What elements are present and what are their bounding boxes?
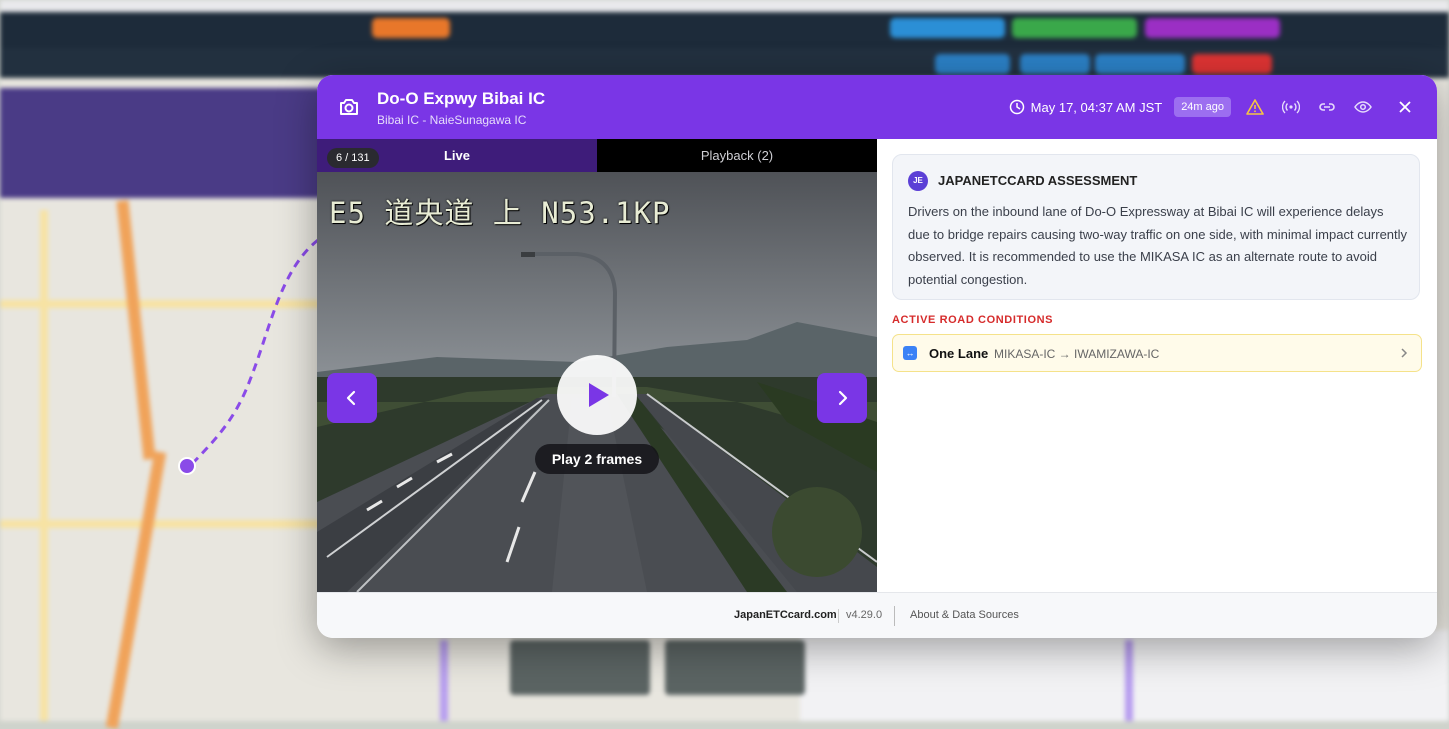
play-button[interactable] — [557, 355, 637, 435]
camera-location-marker[interactable] — [178, 457, 196, 475]
assessment-title: JAPANETCCARD ASSESSMENT — [938, 173, 1138, 188]
bg-pill — [1145, 18, 1280, 38]
condition-segment: MIKASA-IC → IWAMIZAWA-IC — [994, 347, 1160, 361]
assessment-badge: JE — [908, 171, 928, 191]
bg-thumbnail — [665, 640, 805, 695]
watch-button[interactable] — [1351, 95, 1375, 119]
arrows-horizontal-icon: ↔ — [903, 346, 917, 360]
bg-thumbnail — [510, 640, 650, 695]
camera-modal: Do-O Expwy Bibai IC Bibai IC - NaieSunag… — [317, 75, 1437, 638]
camera-icon — [340, 99, 358, 115]
footer-version: v4.29.0 — [846, 609, 883, 621]
copy-link-button[interactable] — [1315, 95, 1339, 119]
camera-overlay-text: E5 道央道 上 N53.1KP — [329, 196, 671, 230]
close-button[interactable] — [1393, 95, 1417, 119]
chevron-right-icon — [1401, 348, 1408, 358]
broadcast-icon — [1282, 100, 1300, 114]
info-panel: JE JAPANETCCARD ASSESSMENT Drivers on th… — [877, 139, 1437, 592]
play-frames-label[interactable]: Play 2 frames — [535, 444, 659, 474]
camera-viewer: Live Playback (2) 6 / 131 E5 道央道 上 N53.1… — [317, 139, 877, 592]
bg-timeline — [1125, 640, 1133, 721]
camera-image[interactable]: E5 道央道 上 N53.1KP Play 2 frames — [317, 172, 877, 592]
condition-item[interactable]: ↔ One Lane MIKASA-IC → IWAMIZAWA-IC — [892, 334, 1422, 372]
condition-type: One Lane — [929, 346, 989, 361]
header-actions: May 17, 04:37 AM JST 24m ago — [1009, 94, 1417, 120]
warning-icon — [1246, 99, 1264, 115]
link-icon — [1319, 103, 1335, 111]
eye-icon — [1354, 101, 1372, 113]
prev-camera-button[interactable] — [327, 373, 377, 423]
about-link[interactable]: About & Data Sources — [910, 609, 1019, 621]
modal-title: Do-O Expwy Bibai IC — [377, 89, 546, 108]
bg-pill — [890, 18, 1005, 38]
age-badge: 24m ago — [1174, 97, 1231, 117]
assessment-card: JE JAPANETCCARD ASSESSMENT Drivers on th… — [892, 154, 1420, 300]
viewer-tabs: Live Playback (2) 6 / 131 — [317, 139, 877, 172]
modal-subtitle: Bibai IC - NaieSunagawa IC — [377, 113, 527, 127]
route-connector — [188, 238, 319, 468]
bg-pill — [935, 54, 1010, 74]
close-icon — [1399, 101, 1411, 113]
footer-divider — [894, 606, 895, 626]
bg-pill — [1012, 18, 1137, 38]
bg-timeline — [440, 640, 448, 721]
footer-divider — [838, 609, 839, 623]
timestamp: May 17, 04:37 AM JST — [1030, 99, 1163, 115]
bg-pill — [1095, 54, 1185, 74]
camera-counter: 6 / 131 — [327, 148, 379, 168]
chevron-right-icon — [838, 390, 848, 406]
broadcast-button[interactable] — [1279, 95, 1303, 119]
bg-pill — [372, 18, 450, 38]
warning-button[interactable] — [1243, 95, 1267, 119]
clock-icon — [1009, 99, 1024, 115]
bg-pill — [1020, 54, 1090, 74]
next-camera-button[interactable] — [817, 373, 867, 423]
modal-header: Do-O Expwy Bibai IC Bibai IC - NaieSunag… — [317, 75, 1437, 139]
footer-brand[interactable]: JapanETCcard.com — [734, 609, 837, 621]
modal-footer: JapanETCcard.com v4.29.0 About & Data So… — [317, 592, 1437, 638]
play-icon — [589, 383, 609, 407]
chevron-left-icon — [346, 390, 356, 406]
assessment-body: Drivers on the inbound lane of Do-O Expr… — [908, 204, 1408, 287]
tab-playback[interactable]: Playback (2) — [597, 139, 877, 172]
bg-road — [0, 520, 320, 528]
bg-pill — [1192, 54, 1272, 74]
conditions-heading: ACTIVE ROAD CONDITIONS — [892, 314, 1054, 326]
